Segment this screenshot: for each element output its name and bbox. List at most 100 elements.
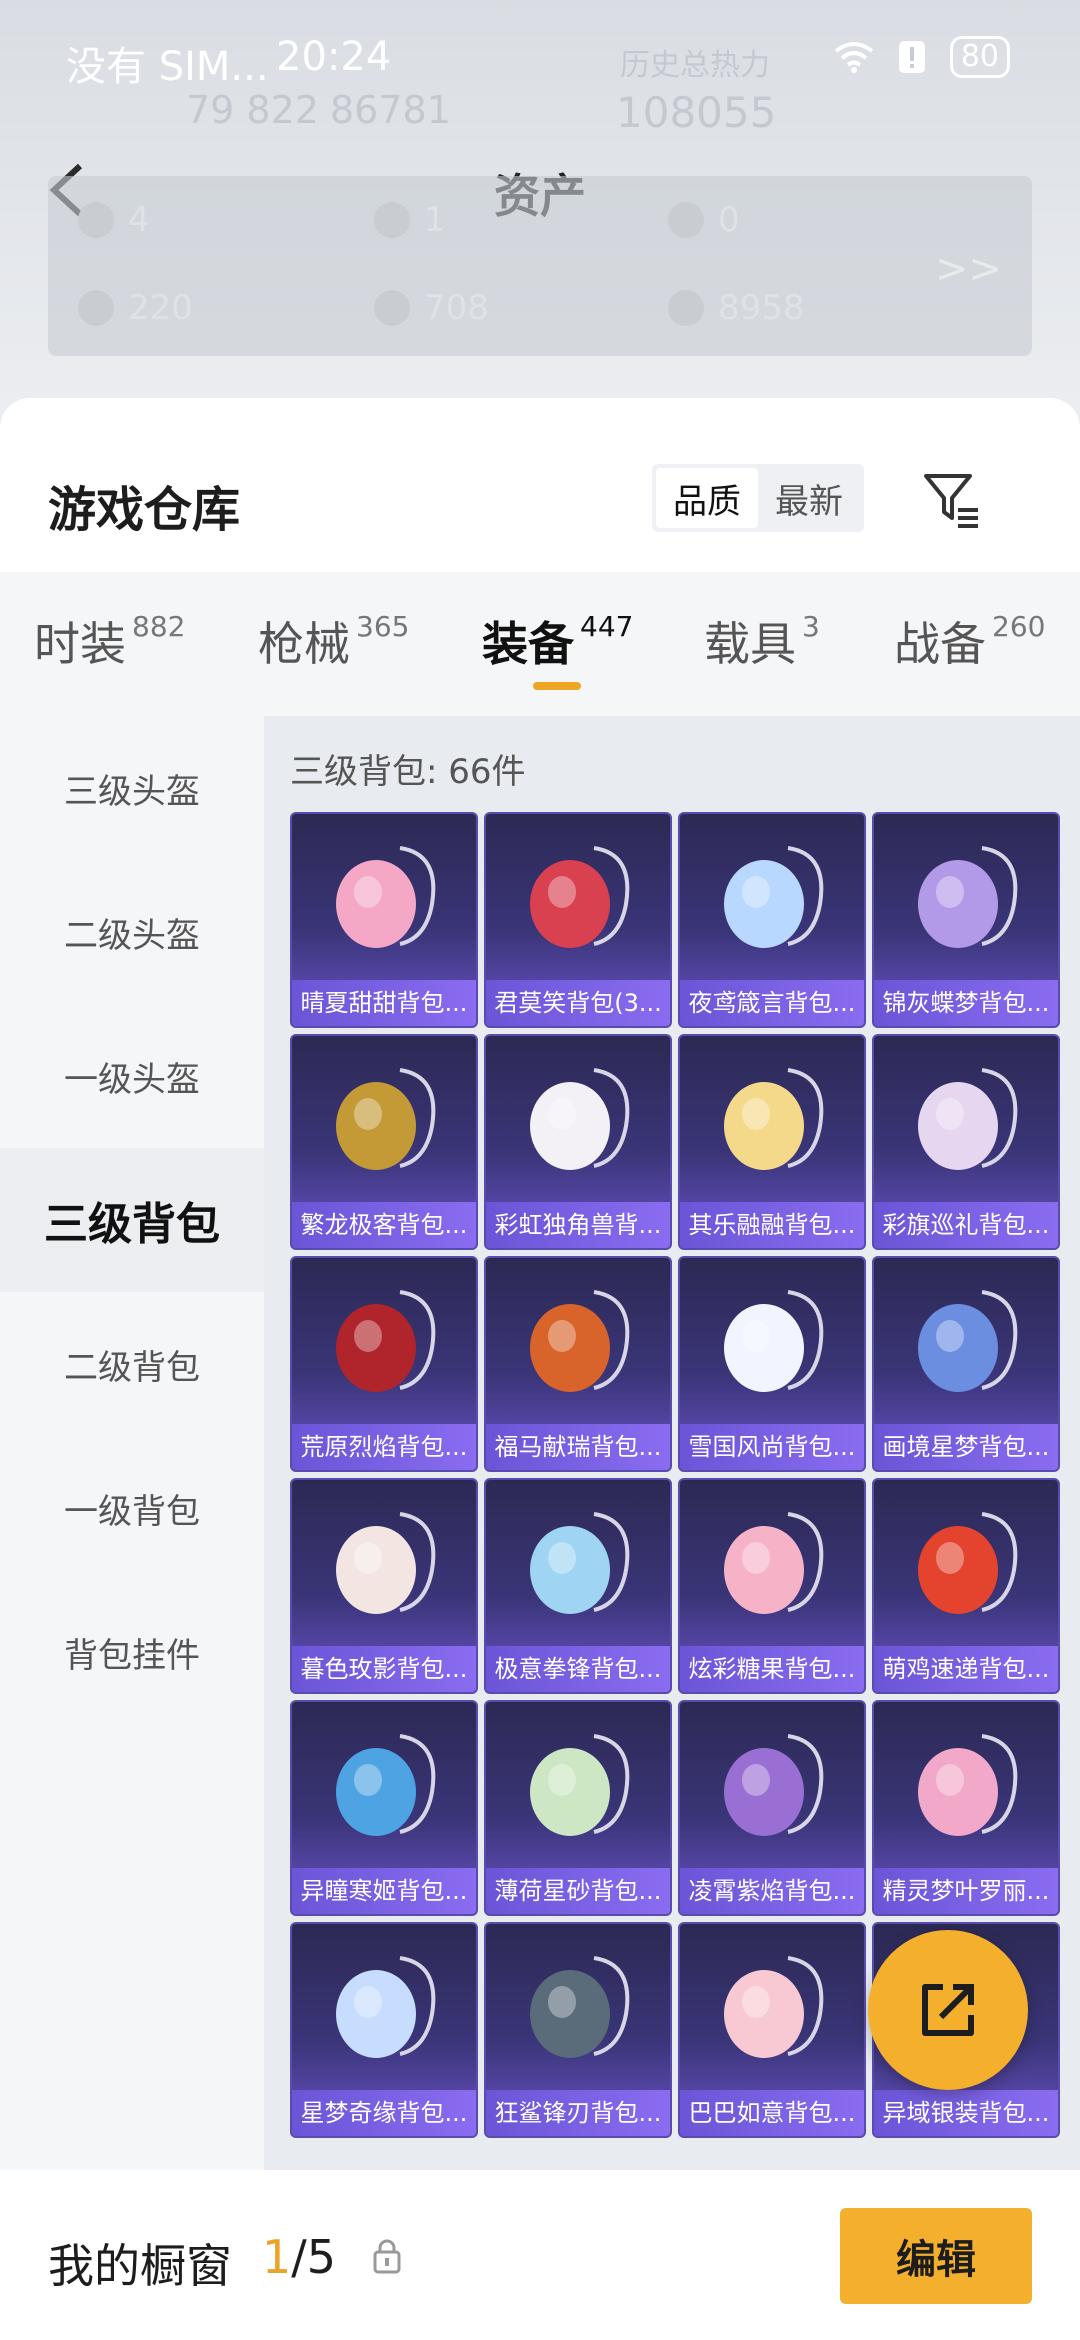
item-card[interactable]: 彩旗巡礼背包...: [872, 1034, 1060, 1250]
item-card[interactable]: 薄荷星砂背包...: [484, 1700, 672, 1916]
item-card[interactable]: 福马献瑞背包...: [484, 1256, 672, 1472]
tab-label: 枪械: [258, 617, 350, 671]
tab-firearms[interactable]: 枪械 365: [258, 608, 409, 674]
item-name: 荒原烈焰背包...: [292, 1424, 476, 1470]
item-card[interactable]: 极意拳锋背包...: [484, 1478, 672, 1694]
sort-newest-option[interactable]: 最新: [758, 468, 860, 528]
item-card[interactable]: 其乐融融背包...: [678, 1034, 866, 1250]
tab-fashion[interactable]: 时装 882: [34, 608, 185, 674]
filter-icon: [924, 474, 978, 528]
edit-button[interactable]: 编辑: [840, 2208, 1032, 2304]
tab-gear[interactable]: 战备 260: [894, 608, 1045, 674]
pink-pig-backpack-icon: [724, 1956, 824, 2058]
item-card[interactable]: 萌鸡速递背包...: [872, 1478, 1060, 1694]
asset-item: 220: [78, 288, 193, 328]
item-card[interactable]: 锦灰蝶梦背包...: [872, 812, 1060, 1028]
item-name: 狂鲨锋刃背包...: [486, 2090, 670, 2136]
subcategory-menu: 三级头盔 二级头盔 一级头盔 三级背包 二级背包 一级背包 背包挂件: [0, 716, 264, 2176]
side-item-lv1-backpack[interactable]: 一级背包: [0, 1436, 264, 1580]
doll-backpack-icon: [336, 1512, 436, 1614]
item-card[interactable]: 暮色玫影背包...: [290, 1478, 478, 1694]
jellyfish-backpack-icon: [724, 846, 824, 948]
item-card[interactable]: 凌霄紫焰背包...: [678, 1700, 866, 1916]
horse-plush-backpack-icon: [530, 1290, 630, 1392]
asset-value: 220: [128, 288, 193, 328]
tab-label: 装备: [482, 617, 574, 671]
item-card[interactable]: 精灵梦叶罗丽...: [872, 1700, 1060, 1916]
bunny-robot-backpack-icon: [336, 1734, 436, 1836]
item-name: 夜鸢箴言背包...: [680, 980, 864, 1026]
coin-icon: [668, 202, 704, 238]
coin-icon: [668, 290, 704, 326]
item-card[interactable]: 异瞳寒姬背包...: [290, 1700, 478, 1916]
lock-icon: [372, 2238, 402, 2274]
tab-count: 260: [992, 610, 1046, 643]
coin-icon: [374, 202, 410, 238]
asset-item: 0: [668, 200, 740, 240]
clock: 20:24: [276, 34, 392, 80]
item-name: 星梦奇缘背包...: [292, 2090, 476, 2136]
item-card[interactable]: 雪国风尚背包...: [678, 1256, 866, 1472]
share-fab-button[interactable]: [868, 1930, 1028, 2090]
tab-equipment[interactable]: 装备 447: [482, 608, 633, 674]
red-vest-backpack-icon: [336, 1290, 436, 1392]
item-name: 君莫笑背包(3...: [486, 980, 670, 1026]
asset-item: 708: [374, 288, 489, 328]
mint-pouch-backpack-icon: [530, 1734, 630, 1836]
history-heat-value: 108055: [616, 88, 777, 137]
showcase-current: 1: [262, 2230, 292, 2284]
item-card[interactable]: 巴巴如意背包...: [678, 1922, 866, 2138]
item-card[interactable]: 狂鲨锋刃背包...: [484, 1922, 672, 2138]
side-item-lv2-backpack[interactable]: 二级背包: [0, 1292, 264, 1436]
stat-b: 86781: [330, 88, 451, 132]
shark-backpack-icon: [530, 1956, 630, 2058]
item-name: 极意拳锋背包...: [486, 1646, 670, 1692]
item-card[interactable]: 繁龙极客背包...: [290, 1034, 478, 1250]
gold-armor-backpack-icon: [336, 1068, 436, 1170]
sort-toggle[interactable]: 品质 最新: [652, 464, 864, 532]
tab-vehicles[interactable]: 载具 3: [704, 608, 820, 674]
filter-button[interactable]: [920, 468, 984, 532]
chick-backpack-icon: [918, 1512, 1018, 1614]
wifi-icon: [834, 37, 874, 77]
more-arrow-icon[interactable]: >>: [935, 246, 1002, 292]
item-card[interactable]: 星梦奇缘背包...: [290, 1922, 478, 2138]
item-name: 薄荷星砂背包...: [486, 1868, 670, 1914]
asset-value: 8958: [718, 288, 805, 328]
item-card[interactable]: 夜鸢箴言背包...: [678, 812, 866, 1028]
external-link-icon: [922, 1984, 974, 2036]
warehouse-header: 游戏仓库 品质 最新: [0, 398, 1080, 572]
item-card[interactable]: 荒原烈焰背包...: [290, 1256, 478, 1472]
asset-summary-panel[interactable]: 4 1 0 220 708 8958 >>: [48, 176, 1032, 356]
category-tabs: 时装 882 枪械 365 装备 447 载具 3 战备 260: [0, 572, 1080, 716]
warehouse-title: 游戏仓库: [48, 482, 241, 538]
sort-quality-option[interactable]: 品质: [656, 468, 758, 528]
item-name: 其乐融融背包...: [680, 1202, 864, 1248]
side-item-lv2-helmet[interactable]: 二级头盔: [0, 860, 264, 1004]
currency-icon: [78, 202, 114, 238]
item-name: 画境星梦背包...: [874, 1424, 1058, 1470]
item-card[interactable]: 彩虹独角兽背...: [484, 1034, 672, 1250]
showcase-total: /5: [291, 2230, 337, 2284]
active-tab-indicator: [533, 682, 581, 690]
side-item-lv3-helmet[interactable]: 三级头盔: [0, 716, 264, 860]
item-card[interactable]: 君莫笑背包(3...: [484, 812, 672, 1028]
warehouse-sheet: 游戏仓库 品质 最新 时装 882 枪械 365 装备 447 载具 3 战备 …: [0, 398, 1080, 2178]
duck-plush-backpack-icon: [724, 1068, 824, 1170]
item-card[interactable]: 画境星梦背包...: [872, 1256, 1060, 1472]
fist-plush-backpack-icon: [530, 1512, 630, 1614]
item-card[interactable]: 炫彩糖果背包...: [678, 1478, 866, 1694]
alert-icon: [892, 37, 932, 77]
battery-icon: 80: [949, 36, 1010, 78]
heart-wing-backpack-icon: [918, 1734, 1018, 1836]
swan-backpack-icon: [336, 1956, 436, 2058]
asset-value: 708: [424, 288, 489, 328]
carrier-label: 没有 SIM...: [66, 44, 269, 90]
item-card[interactable]: 晴夏甜甜背包...: [290, 812, 478, 1028]
item-name: 巴巴如意背包...: [680, 2090, 864, 2136]
side-item-backpack-charm[interactable]: 背包挂件: [0, 1580, 264, 1724]
side-item-lv1-helmet[interactable]: 一级头盔: [0, 1004, 264, 1148]
frame-mirror-backpack-icon: [918, 1290, 1018, 1392]
item-name: 暮色玫影背包...: [292, 1646, 476, 1692]
side-item-lv3-backpack[interactable]: 三级背包: [0, 1148, 264, 1292]
